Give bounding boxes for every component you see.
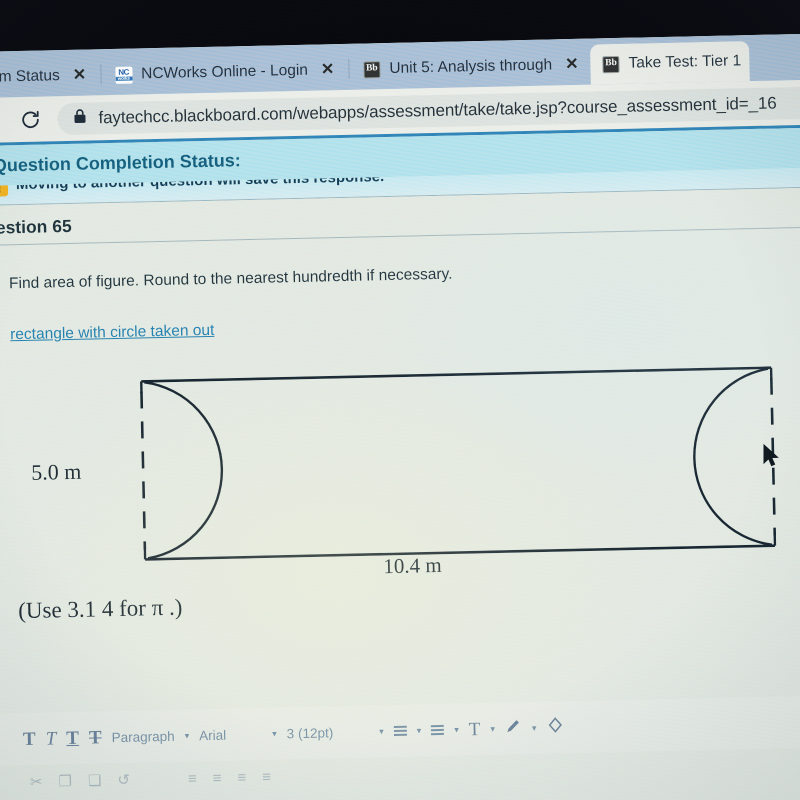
toolbar-spacer [343, 732, 369, 733]
bullet-list-icon[interactable] [393, 725, 407, 737]
figure-height-label: 5.0 m [30, 458, 82, 485]
blackboard-favicon-icon: Bb [363, 60, 381, 79]
align-justify-icon[interactable]: ≡ [262, 768, 271, 785]
screen-photo: aim Status ✕ NC works NCWorks Online - Lo… [0, 0, 800, 800]
ncworks-favicon-icon: NC works [114, 66, 133, 84]
tab-title: Unit 5: Analysis through [389, 56, 553, 77]
toolbar-spacer [236, 734, 262, 735]
rect-bottom-side [145, 544, 775, 561]
chevron-down-icon[interactable]: ▾ [454, 724, 459, 735]
paragraph-style-select[interactable]: Paragraph [111, 728, 174, 744]
tab-title: Take Test: Tier 1 [628, 52, 742, 72]
rect-top-side [141, 366, 772, 383]
browser-tab-unit5[interactable]: Bb Unit 5: Analysis through ✕ [351, 45, 591, 90]
tab-title: aim Status [0, 67, 60, 86]
italic-button[interactable]: T [45, 728, 56, 749]
browser-tab-ncworks[interactable]: NC works NCWorks Online - Login ✕ [103, 50, 347, 95]
bold-button[interactable]: T [23, 728, 36, 749]
font-family-select[interactable]: Arial [199, 727, 226, 743]
rect-left-side-dashed [140, 391, 147, 550]
align-center-icon[interactable]: ≡ [213, 769, 222, 786]
question-completion-status-label: Question Completion Status: [0, 149, 241, 176]
toolbar-spacer [146, 779, 172, 780]
tab-close-icon[interactable]: ✕ [69, 67, 91, 84]
font-size-select[interactable]: 3 (12pt) [287, 725, 334, 741]
blackboard-favicon-icon: Bb [602, 55, 620, 73]
copy-icon[interactable]: ❐ [58, 772, 72, 790]
tab-close-icon[interactable]: ✕ [317, 61, 339, 78]
right-semicircle-arc [693, 367, 773, 546]
url-text: faytechcc.blackboard.com/webapps/assessm… [98, 93, 777, 127]
chevron-down-icon[interactable]: ▾ [532, 722, 537, 733]
chevron-down-icon[interactable]: ▾ [490, 723, 495, 734]
align-right-icon[interactable]: ≡ [237, 769, 246, 786]
strikethrough-button[interactable]: T [89, 727, 102, 748]
paste-icon[interactable]: ❏ [88, 771, 102, 789]
pencil-icon[interactable] [505, 717, 522, 739]
left-semicircle-arc [144, 381, 224, 560]
figure-width-label: 10.4 m [383, 552, 442, 579]
forward-arrow-icon[interactable] [0, 107, 4, 134]
browser-tab-take-test[interactable]: Bb Take Test: Tier 1 [590, 41, 750, 85]
chevron-down-icon[interactable]: ▾ [272, 728, 277, 739]
geometry-figure: 5.0 m 10.4 m (Use 3.1 4 for π .) [0, 348, 800, 647]
tab-title: NCWorks Online - Login [140, 61, 309, 83]
chevron-down-icon[interactable]: ▾ [379, 726, 384, 737]
underline-button[interactable]: T [66, 727, 79, 748]
eraser-icon[interactable] [546, 716, 563, 738]
numbered-list-icon[interactable] [431, 724, 445, 736]
figure-description-link[interactable]: rectangle with circle taken out [0, 289, 215, 345]
tab-divider [99, 64, 102, 85]
undo-icon[interactable]: ↺ [117, 771, 130, 789]
tab-divider [348, 58, 350, 79]
reload-icon[interactable] [17, 106, 44, 133]
text-color-button[interactable]: T [469, 719, 481, 740]
tab-close-icon[interactable]: ✕ [561, 56, 583, 73]
lock-icon [73, 108, 86, 128]
chevron-down-icon[interactable]: ▾ [185, 730, 190, 741]
cut-icon[interactable]: ✂ [30, 773, 43, 791]
question-body: estion 65 Find area of figure. Round to … [0, 187, 800, 791]
browser-window: aim Status ✕ NC works NCWorks Online - Lo… [0, 33, 800, 800]
browser-tab-claim-status[interactable]: aim Status ✕ [0, 55, 99, 98]
align-left-icon[interactable]: ≡ [188, 770, 197, 787]
chevron-down-icon[interactable]: ▾ [417, 725, 422, 736]
mouse-pointer-icon [762, 443, 781, 474]
figure-pi-note: (Use 3.1 4 for π .) [17, 594, 183, 624]
